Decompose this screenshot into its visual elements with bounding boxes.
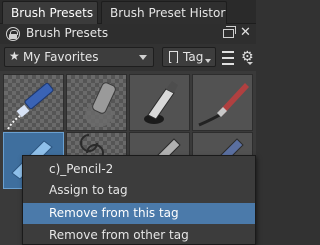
float-window-icon[interactable] bbox=[223, 26, 236, 38]
paint-brush-thumbnail bbox=[198, 83, 249, 127]
preset-tile-ink-pen[interactable] bbox=[129, 74, 190, 131]
preset-tile-pen-stroke[interactable] bbox=[3, 74, 64, 131]
ink-pen-thumbnail bbox=[144, 81, 178, 124]
preset-toolbar: ★ My Favorites Tag ⚙ bbox=[0, 44, 256, 70]
menu-item-preset-name: c)_Pencil-2 bbox=[49, 162, 114, 176]
menu-item-remove-from-other-tag[interactable]: Remove from other tag bbox=[23, 225, 255, 245]
menu-item-remove-from-this-tag[interactable]: Remove from this tag bbox=[23, 203, 255, 224]
tag-filter-dropdown[interactable]: ★ My Favorites bbox=[4, 47, 154, 67]
tab-brush-presets[interactable]: Brush Presets bbox=[2, 1, 98, 24]
settings-button[interactable]: ⚙ bbox=[239, 48, 255, 66]
panel-title-bar: Brush Presets ✕ bbox=[0, 24, 256, 44]
menu-item-assign-to-tag[interactable]: Assign to tag bbox=[23, 180, 255, 201]
eraser-thumbnail bbox=[85, 82, 116, 127]
tag-button-label: Tag bbox=[183, 50, 204, 64]
preset-tile-eraser[interactable] bbox=[66, 74, 127, 131]
panel-title: Brush Presets bbox=[26, 26, 109, 40]
preset-context-menu: c)_Pencil-2 Assign to tag Remove from th… bbox=[22, 155, 256, 245]
preset-tile-paint-brush[interactable] bbox=[192, 74, 253, 131]
tag-icon bbox=[169, 51, 178, 63]
chevron-down-icon bbox=[139, 55, 147, 60]
hamburger-menu-icon bbox=[222, 51, 234, 53]
tag-filter-value: My Favorites bbox=[23, 50, 99, 64]
lock-icon[interactable] bbox=[6, 27, 20, 41]
view-menu-button[interactable] bbox=[220, 47, 236, 67]
chevron-down-icon bbox=[247, 62, 253, 65]
chevron-down-icon bbox=[205, 59, 211, 63]
star-icon: ★ bbox=[9, 49, 20, 63]
dock-tab-bar: Brush Presets Brush Preset History bbox=[0, 0, 256, 24]
tab-brush-preset-history[interactable]: Brush Preset History bbox=[101, 1, 227, 24]
pen-stroke-thumbnail bbox=[7, 82, 54, 130]
close-icon[interactable]: ✕ bbox=[240, 25, 251, 41]
tag-button[interactable]: Tag bbox=[162, 47, 216, 67]
